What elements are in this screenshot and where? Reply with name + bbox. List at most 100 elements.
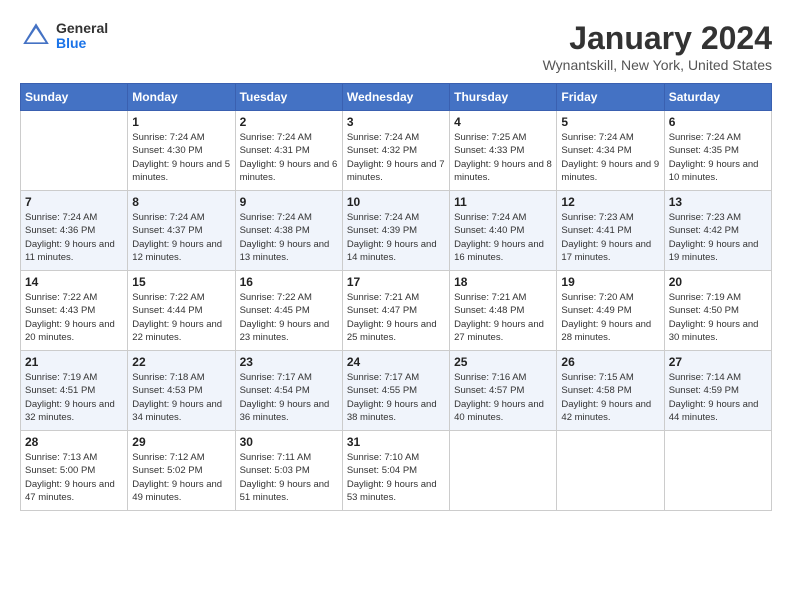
day-info: Sunrise: 7:22 AM Sunset: 4:43 PM Dayligh… <box>25 291 123 344</box>
calendar-cell: 21 Sunrise: 7:19 AM Sunset: 4:51 PM Dayli… <box>21 351 128 431</box>
day-number: 15 <box>132 275 230 289</box>
calendar-table: SundayMondayTuesdayWednesdayThursdayFrid… <box>20 83 772 511</box>
day-info: Sunrise: 7:24 AM Sunset: 4:39 PM Dayligh… <box>347 211 445 264</box>
calendar-cell: 17 Sunrise: 7:21 AM Sunset: 4:47 PM Dayli… <box>342 271 449 351</box>
day-number: 27 <box>669 355 767 369</box>
day-number: 17 <box>347 275 445 289</box>
weekday-header: Saturday <box>664 84 771 111</box>
day-info: Sunrise: 7:24 AM Sunset: 4:30 PM Dayligh… <box>132 131 230 184</box>
day-info: Sunrise: 7:18 AM Sunset: 4:53 PM Dayligh… <box>132 371 230 424</box>
day-number: 1 <box>132 115 230 129</box>
calendar-cell <box>450 431 557 511</box>
day-info: Sunrise: 7:14 AM Sunset: 4:59 PM Dayligh… <box>669 371 767 424</box>
day-info: Sunrise: 7:16 AM Sunset: 4:57 PM Dayligh… <box>454 371 552 424</box>
day-info: Sunrise: 7:19 AM Sunset: 4:50 PM Dayligh… <box>669 291 767 344</box>
day-number: 6 <box>669 115 767 129</box>
calendar-cell: 13Sunrise: 7:23 AM Sunset: 4:42 PM Dayli… <box>664 191 771 271</box>
day-info: Sunrise: 7:23 AM Sunset: 4:41 PM Dayligh… <box>561 211 659 264</box>
day-info: Sunrise: 7:21 AM Sunset: 4:47 PM Dayligh… <box>347 291 445 344</box>
page-header: General Blue January 2024 Wynantskill, N… <box>20 20 772 73</box>
weekday-header-row: SundayMondayTuesdayWednesdayThursdayFrid… <box>21 84 772 111</box>
calendar-week-row: 28Sunrise: 7:13 AM Sunset: 5:00 PM Dayli… <box>21 431 772 511</box>
day-info: Sunrise: 7:12 AM Sunset: 5:02 PM Dayligh… <box>132 451 230 504</box>
calendar-cell: 8 Sunrise: 7:24 AM Sunset: 4:37 PM Daylig… <box>128 191 235 271</box>
day-number: 8 <box>132 195 230 209</box>
calendar-cell: 9 Sunrise: 7:24 AM Sunset: 4:38 PM Daylig… <box>235 191 342 271</box>
calendar-cell: 14Sunrise: 7:22 AM Sunset: 4:43 PM Dayli… <box>21 271 128 351</box>
calendar-cell: 11 Sunrise: 7:24 AM Sunset: 4:40 PM Dayli… <box>450 191 557 271</box>
day-info: Sunrise: 7:17 AM Sunset: 4:55 PM Dayligh… <box>347 371 445 424</box>
day-info: Sunrise: 7:17 AM Sunset: 4:54 PM Dayligh… <box>240 371 338 424</box>
day-info: Sunrise: 7:20 AM Sunset: 4:49 PM Dayligh… <box>561 291 659 344</box>
day-info: Sunrise: 7:24 AM Sunset: 4:40 PM Dayligh… <box>454 211 552 264</box>
day-number: 23 <box>240 355 338 369</box>
calendar-cell: 20 Sunrise: 7:19 AM Sunset: 4:50 PM Dayli… <box>664 271 771 351</box>
day-number: 26 <box>561 355 659 369</box>
day-number: 3 <box>347 115 445 129</box>
day-info: Sunrise: 7:24 AM Sunset: 4:35 PM Dayligh… <box>669 131 767 184</box>
day-number: 10 <box>347 195 445 209</box>
day-number: 5 <box>561 115 659 129</box>
calendar-week-row: 14Sunrise: 7:22 AM Sunset: 4:43 PM Dayli… <box>21 271 772 351</box>
day-number: 16 <box>240 275 338 289</box>
calendar-cell <box>21 111 128 191</box>
title-block: January 2024 Wynantskill, New York, Unit… <box>543 20 772 73</box>
day-info: Sunrise: 7:11 AM Sunset: 5:03 PM Dayligh… <box>240 451 338 504</box>
day-number: 4 <box>454 115 552 129</box>
day-number: 2 <box>240 115 338 129</box>
calendar-cell: 15Sunrise: 7:22 AM Sunset: 4:44 PM Dayli… <box>128 271 235 351</box>
day-info: Sunrise: 7:24 AM Sunset: 4:38 PM Dayligh… <box>240 211 338 264</box>
day-number: 7 <box>25 195 123 209</box>
weekday-header: Monday <box>128 84 235 111</box>
calendar-week-row: 7 Sunrise: 7:24 AM Sunset: 4:36 PM Daylig… <box>21 191 772 271</box>
calendar-cell: 27 Sunrise: 7:14 AM Sunset: 4:59 PM Dayli… <box>664 351 771 431</box>
day-info: Sunrise: 7:19 AM Sunset: 4:51 PM Dayligh… <box>25 371 123 424</box>
weekday-header: Friday <box>557 84 664 111</box>
day-number: 31 <box>347 435 445 449</box>
day-info: Sunrise: 7:24 AM Sunset: 4:37 PM Dayligh… <box>132 211 230 264</box>
day-number: 30 <box>240 435 338 449</box>
calendar-cell: 29Sunrise: 7:12 AM Sunset: 5:02 PM Dayli… <box>128 431 235 511</box>
day-info: Sunrise: 7:23 AM Sunset: 4:42 PM Dayligh… <box>669 211 767 264</box>
calendar-cell: 18Sunrise: 7:21 AM Sunset: 4:48 PM Dayli… <box>450 271 557 351</box>
calendar-cell: 7 Sunrise: 7:24 AM Sunset: 4:36 PM Daylig… <box>21 191 128 271</box>
logo-icon <box>20 20 52 52</box>
weekday-header: Tuesday <box>235 84 342 111</box>
day-number: 21 <box>25 355 123 369</box>
calendar-cell <box>557 431 664 511</box>
day-number: 20 <box>669 275 767 289</box>
day-number: 22 <box>132 355 230 369</box>
day-info: Sunrise: 7:10 AM Sunset: 5:04 PM Dayligh… <box>347 451 445 504</box>
day-number: 24 <box>347 355 445 369</box>
calendar-cell: 30 Sunrise: 7:11 AM Sunset: 5:03 PM Dayli… <box>235 431 342 511</box>
calendar-cell: 25 Sunrise: 7:16 AM Sunset: 4:57 PM Dayli… <box>450 351 557 431</box>
calendar-cell: 12Sunrise: 7:23 AM Sunset: 4:41 PM Dayli… <box>557 191 664 271</box>
day-info: Sunrise: 7:25 AM Sunset: 4:33 PM Dayligh… <box>454 131 552 184</box>
day-number: 11 <box>454 195 552 209</box>
calendar-cell <box>664 431 771 511</box>
calendar-cell: 1 Sunrise: 7:24 AM Sunset: 4:30 PM Daylig… <box>128 111 235 191</box>
month-title: January 2024 <box>543 20 772 57</box>
day-info: Sunrise: 7:21 AM Sunset: 4:48 PM Dayligh… <box>454 291 552 344</box>
day-info: Sunrise: 7:24 AM Sunset: 4:31 PM Dayligh… <box>240 131 338 184</box>
day-info: Sunrise: 7:24 AM Sunset: 4:36 PM Dayligh… <box>25 211 123 264</box>
calendar-cell: 31 Sunrise: 7:10 AM Sunset: 5:04 PM Dayli… <box>342 431 449 511</box>
logo: General Blue <box>20 20 108 52</box>
calendar-week-row: 21 Sunrise: 7:19 AM Sunset: 4:51 PM Dayli… <box>21 351 772 431</box>
calendar-cell: 22 Sunrise: 7:18 AM Sunset: 4:53 PM Dayli… <box>128 351 235 431</box>
day-number: 25 <box>454 355 552 369</box>
calendar-cell: 4 Sunrise: 7:25 AM Sunset: 4:33 PM Daylig… <box>450 111 557 191</box>
calendar-cell: 28Sunrise: 7:13 AM Sunset: 5:00 PM Dayli… <box>21 431 128 511</box>
day-number: 9 <box>240 195 338 209</box>
calendar-cell: 26 Sunrise: 7:15 AM Sunset: 4:58 PM Dayli… <box>557 351 664 431</box>
day-info: Sunrise: 7:24 AM Sunset: 4:34 PM Dayligh… <box>561 131 659 184</box>
calendar-cell: 16 Sunrise: 7:22 AM Sunset: 4:45 PM Dayli… <box>235 271 342 351</box>
day-number: 28 <box>25 435 123 449</box>
calendar-cell: 23 Sunrise: 7:17 AM Sunset: 4:54 PM Dayli… <box>235 351 342 431</box>
calendar-cell: 3Sunrise: 7:24 AM Sunset: 4:32 PM Daylig… <box>342 111 449 191</box>
logo-blue: Blue <box>56 36 108 51</box>
weekday-header: Sunday <box>21 84 128 111</box>
day-info: Sunrise: 7:15 AM Sunset: 4:58 PM Dayligh… <box>561 371 659 424</box>
day-info: Sunrise: 7:22 AM Sunset: 4:45 PM Dayligh… <box>240 291 338 344</box>
logo-text: General Blue <box>56 21 108 52</box>
